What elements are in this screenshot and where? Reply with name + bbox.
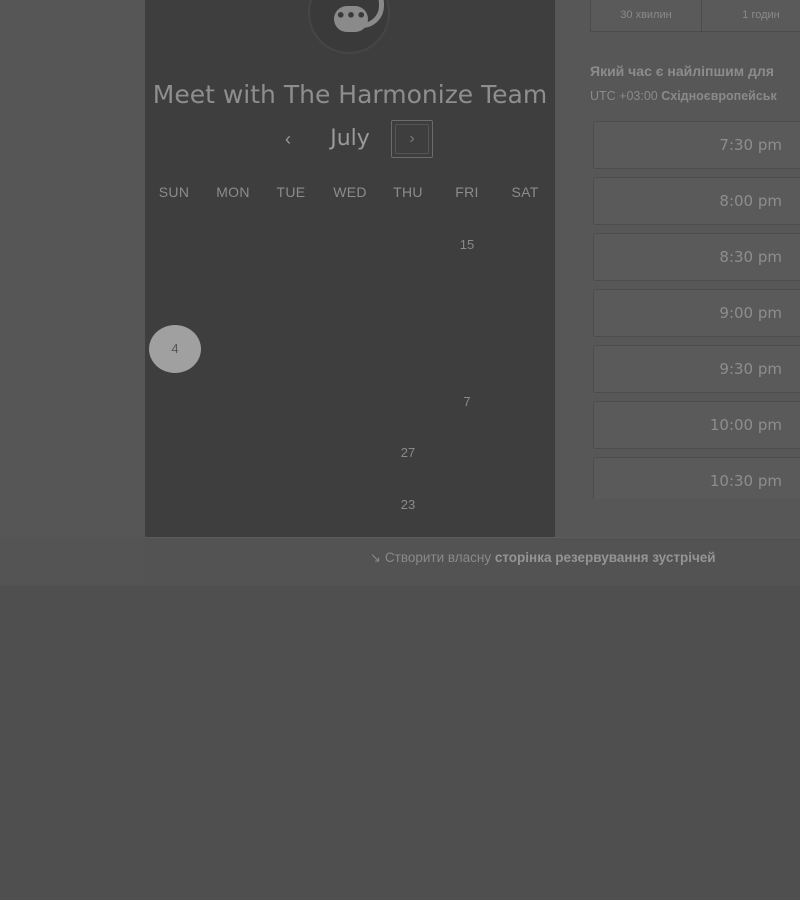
meeting-title: Meet with The Harmonize Team [152,80,548,109]
time-slot-list[interactable]: 7:30 pm 8:00 pm 8:30 pm 9:00 pm 9:30 pm … [593,121,800,499]
calendar-day[interactable]: 23 [382,481,434,529]
time-slot-button[interactable]: 9:30 pm [593,345,800,393]
time-slot-label: 8:00 pm [719,192,782,210]
time-slot-button[interactable]: 10:30 pm [593,457,800,499]
time-slot-label: 9:00 pm [719,304,782,322]
next-month-button[interactable]: › [391,120,433,158]
time-slot-label: 10:00 pm [709,416,782,434]
time-slot-label: 7:30 pm [719,136,782,154]
weekday-wed: WED [333,184,367,200]
weekday-tue: TUE [276,184,306,200]
weekday-sat: SAT [511,184,539,200]
time-question-heading: Який час є найліпшим для [590,63,774,79]
time-slot-label: 10:30 pm [709,472,782,490]
footer-text-bold: сторінка резервування зустрічей [494,550,716,565]
time-slot-label: 8:30 pm [719,248,782,266]
time-slot-button[interactable]: 7:30 pm [593,121,800,169]
calendar-day-selected[interactable]: 4 [149,325,201,373]
month-navigator: ‹ July › [145,120,555,160]
weekday-fri: FRI [455,184,479,200]
timezone-name: Східноєвропейськ [661,89,777,103]
duration-tab-30min[interactable]: 30 хвилин [591,0,702,31]
link-icon: ↘ [370,550,381,565]
time-slot-label: 9:30 pm [719,360,782,378]
timezone-label[interactable]: UTC +03:00 Східноєвропейськ [590,89,800,103]
create-booking-page-link[interactable]: ↘ Створити власну сторінка резервування з… [370,550,716,566]
left-gutter [0,0,145,585]
prev-month-button[interactable]: ‹ [275,124,301,154]
calendar-day[interactable]: 15 [441,221,493,269]
weekday-sun: SUN [158,184,190,200]
duration-tab-1hour[interactable]: 1 годин [701,0,800,31]
duration-tabs: 30 хвилин 1 годин [590,0,800,32]
month-label: July [330,126,370,151]
timezone-offset: UTC +03:00 [590,89,658,103]
footer-left-gutter [0,537,145,585]
calendar-panel: ••• Meet with The Harmonize Team ‹ July … [145,0,555,537]
weekday-header: SUN MON TUE WED THU FRI SAT [145,184,555,204]
calendar-day[interactable]: 27 [382,429,434,477]
time-slot-button[interactable]: 8:00 pm [593,177,800,225]
time-slot-button[interactable]: 10:00 pm [593,401,800,449]
chat-bubble-icon: ••• [334,6,368,32]
time-selection-panel: 30 хвилин 1 годин Який час є найліпшим д… [555,0,800,537]
weekday-thu: THU [393,184,423,200]
calendar-day[interactable]: 7 [441,378,493,426]
footer-text-plain: Створити власну [384,550,492,565]
time-slot-button[interactable]: 9:00 pm [593,289,800,337]
weekday-mon: MON [216,184,250,200]
team-logo: ••• [308,0,390,54]
time-slot-button[interactable]: 8:30 pm [593,233,800,281]
